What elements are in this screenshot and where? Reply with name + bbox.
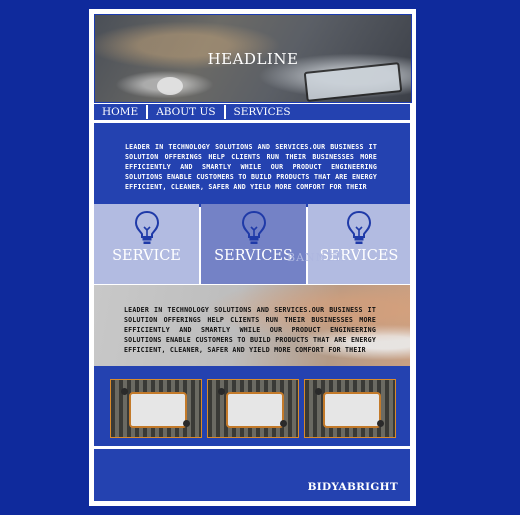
person-dot — [377, 420, 384, 427]
table-graphic — [226, 392, 284, 428]
lightbulb-icon — [241, 210, 266, 244]
footer-brand: BIDYABRIGHT — [307, 481, 398, 493]
coffee-cup-image — [157, 77, 183, 95]
headline: HEADLINE — [207, 49, 299, 68]
service-card-3[interactable]: SERVICES — [308, 204, 410, 284]
table-graphic — [129, 392, 187, 428]
gallery-section — [94, 366, 410, 446]
top-nav: HOME ABOUT US SERVICES — [94, 104, 410, 120]
nav-home[interactable]: HOME — [94, 105, 149, 119]
person-dot — [218, 388, 225, 395]
service-card-1[interactable]: SERVICE — [94, 204, 199, 284]
nav-services[interactable]: SERVICES — [226, 105, 299, 119]
tablet-image — [303, 62, 403, 102]
page-container: HEADLINE HOME ABOUT US SERVICES LEADER I… — [89, 9, 416, 506]
lightbulb-icon — [346, 210, 372, 244]
nav-about-us[interactable]: ABOUT US — [148, 105, 226, 119]
gallery-thumb-2[interactable] — [207, 379, 299, 438]
footer: BIDYABRIGHT — [94, 449, 410, 501]
intro-text: LEADER IN TECHNOLOGY SOLUTIONS AND SERVI… — [125, 143, 377, 191]
lightbulb-icon — [134, 210, 159, 244]
gallery-thumb-1[interactable] — [110, 379, 202, 438]
service-label: SERVICES — [214, 248, 293, 264]
service-card-2[interactable]: SERVICES — [201, 204, 306, 284]
about-section: LEADER IN TECHNOLOGY SOLUTIONS AND SERVI… — [94, 285, 410, 367]
person-dot — [315, 388, 322, 395]
person-dot — [183, 420, 190, 427]
person-dot — [280, 420, 287, 427]
about-text: LEADER IN TECHNOLOGY SOLUTIONS AND SERVI… — [124, 306, 376, 354]
person-dot — [121, 388, 128, 395]
service-label: SERVICE — [112, 248, 181, 264]
gallery-thumb-3[interactable] — [304, 379, 396, 438]
table-graphic — [323, 392, 381, 428]
services-row: SERVICE SERVICES SERVICES BANNER — [94, 204, 410, 284]
banner-watermark: BANNER — [287, 251, 345, 264]
intro-section: LEADER IN TECHNOLOGY SOLUTIONS AND SERVI… — [94, 123, 410, 207]
hero-banner: HEADLINE — [94, 14, 412, 103]
